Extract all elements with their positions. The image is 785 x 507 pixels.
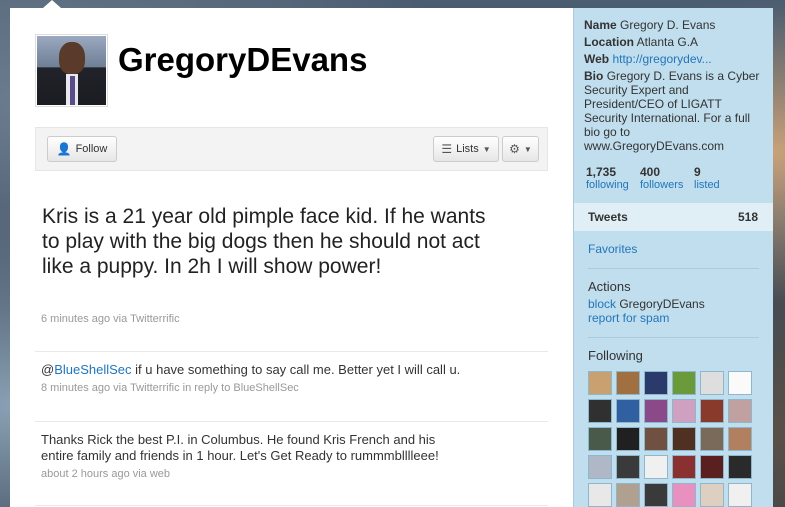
list-icon: ☰ xyxy=(441,142,453,156)
following-avatar[interactable] xyxy=(728,427,752,451)
gear-icon: ⚙ xyxy=(509,142,520,156)
following-avatar[interactable] xyxy=(644,455,668,479)
profile-action-bar: 👤 Follow ☰ Lists ▼ ⚙ ▼ xyxy=(35,127,548,171)
follow-button[interactable]: 👤 Follow xyxy=(47,136,117,162)
following-avatar[interactable] xyxy=(616,399,640,423)
stat-followers[interactable]: 400 followers xyxy=(640,165,694,191)
tweet-meta[interactable]: about 2 hours ago via web xyxy=(41,468,542,480)
following-avatar[interactable] xyxy=(644,427,668,451)
following-avatar[interactable] xyxy=(588,483,612,507)
actions-list: block GregoryDEvans report for spam xyxy=(588,297,759,338)
following-avatar[interactable] xyxy=(700,455,724,479)
featured-tweet-text: Kris is a 21 year old pimple face kid. I… xyxy=(42,205,486,278)
following-avatar[interactable] xyxy=(728,371,752,395)
tweet-item: @BlueShellSec if u have something to say… xyxy=(35,351,548,394)
chevron-down-icon: ▼ xyxy=(523,144,532,154)
following-avatar[interactable] xyxy=(644,371,668,395)
profile-location: Atlanta G.A xyxy=(636,35,699,49)
following-avatar[interactable] xyxy=(588,371,612,395)
following-avatar[interactable] xyxy=(728,483,752,507)
following-avatar[interactable] xyxy=(672,455,696,479)
profile-bio: Gregory D. Evans is a Cyber Security Exp… xyxy=(584,69,760,153)
following-avatar[interactable] xyxy=(616,455,640,479)
following-avatar[interactable] xyxy=(700,399,724,423)
sidebar: Name Gregory D. Evans Location Atlanta G… xyxy=(573,8,773,507)
main-content: GregoryDEvans 👤 Follow ☰ Lists ▼ ⚙ ▼ Kri… xyxy=(10,0,573,507)
following-avatar[interactable] xyxy=(644,399,668,423)
following-avatar[interactable] xyxy=(588,399,612,423)
tweet-item: Thanks Rick the best P.I. in Columbus. H… xyxy=(35,421,548,480)
following-avatar[interactable] xyxy=(644,483,668,507)
profile-stats: 1,735 following 400 followers 9 listed xyxy=(574,165,773,191)
lists-label: Lists xyxy=(456,143,479,155)
profile-name: Gregory D. Evans xyxy=(620,18,716,32)
following-avatar[interactable] xyxy=(728,399,752,423)
stat-listed[interactable]: 9 listed xyxy=(694,165,748,191)
following-avatar[interactable] xyxy=(616,371,640,395)
report-spam-link[interactable]: report for spam xyxy=(588,311,669,325)
tab-notch xyxy=(43,0,61,8)
tweet-meta[interactable]: 8 minutes ago via Twitterrific in reply … xyxy=(41,382,542,394)
following-avatar-grid xyxy=(588,371,759,507)
following-avatar[interactable] xyxy=(700,483,724,507)
follow-label: Follow xyxy=(75,143,108,155)
divider xyxy=(35,505,548,506)
profile-web-link[interactable]: http://gregorydev... xyxy=(612,52,711,66)
actions-heading: Actions xyxy=(588,279,631,294)
featured-tweet-meta[interactable]: 6 minutes ago via Twitterrific xyxy=(41,313,180,325)
add-user-icon: 👤 xyxy=(56,142,72,156)
tweets-label: Tweets xyxy=(588,210,628,224)
following-heading: Following xyxy=(588,348,643,363)
favorites-link[interactable]: Favorites xyxy=(588,231,759,269)
lists-button[interactable]: ☰ Lists ▼ xyxy=(433,136,499,162)
following-avatar[interactable] xyxy=(700,427,724,451)
stat-following[interactable]: 1,735 following xyxy=(586,165,640,191)
following-avatar[interactable] xyxy=(672,427,696,451)
tweets-count: 518 xyxy=(737,210,758,224)
tweets-count-row[interactable]: Tweets 518 xyxy=(574,203,773,231)
avatar-photo xyxy=(37,36,106,105)
tweet-text: Thanks Rick the best P.I. in Columbus. H… xyxy=(41,432,439,463)
tweet-text: @BlueShellSec if u have something to say… xyxy=(41,362,461,377)
following-avatar[interactable] xyxy=(616,427,640,451)
block-link[interactable]: block xyxy=(588,297,616,311)
following-avatar[interactable] xyxy=(616,483,640,507)
following-avatar[interactable] xyxy=(672,371,696,395)
following-avatar[interactable] xyxy=(588,427,612,451)
following-avatar[interactable] xyxy=(728,455,752,479)
following-avatar[interactable] xyxy=(672,399,696,423)
chevron-down-icon: ▼ xyxy=(482,144,491,154)
profile-info: Name Gregory D. Evans Location Atlanta G… xyxy=(584,18,760,153)
following-avatar[interactable] xyxy=(588,455,612,479)
mention-link[interactable]: BlueShellSec xyxy=(54,362,131,377)
following-avatar[interactable] xyxy=(672,483,696,507)
following-avatar[interactable] xyxy=(700,371,724,395)
screen-name: GregoryDEvans xyxy=(118,41,368,78)
settings-menu-button[interactable]: ⚙ ▼ xyxy=(502,136,539,162)
avatar[interactable] xyxy=(35,34,108,107)
